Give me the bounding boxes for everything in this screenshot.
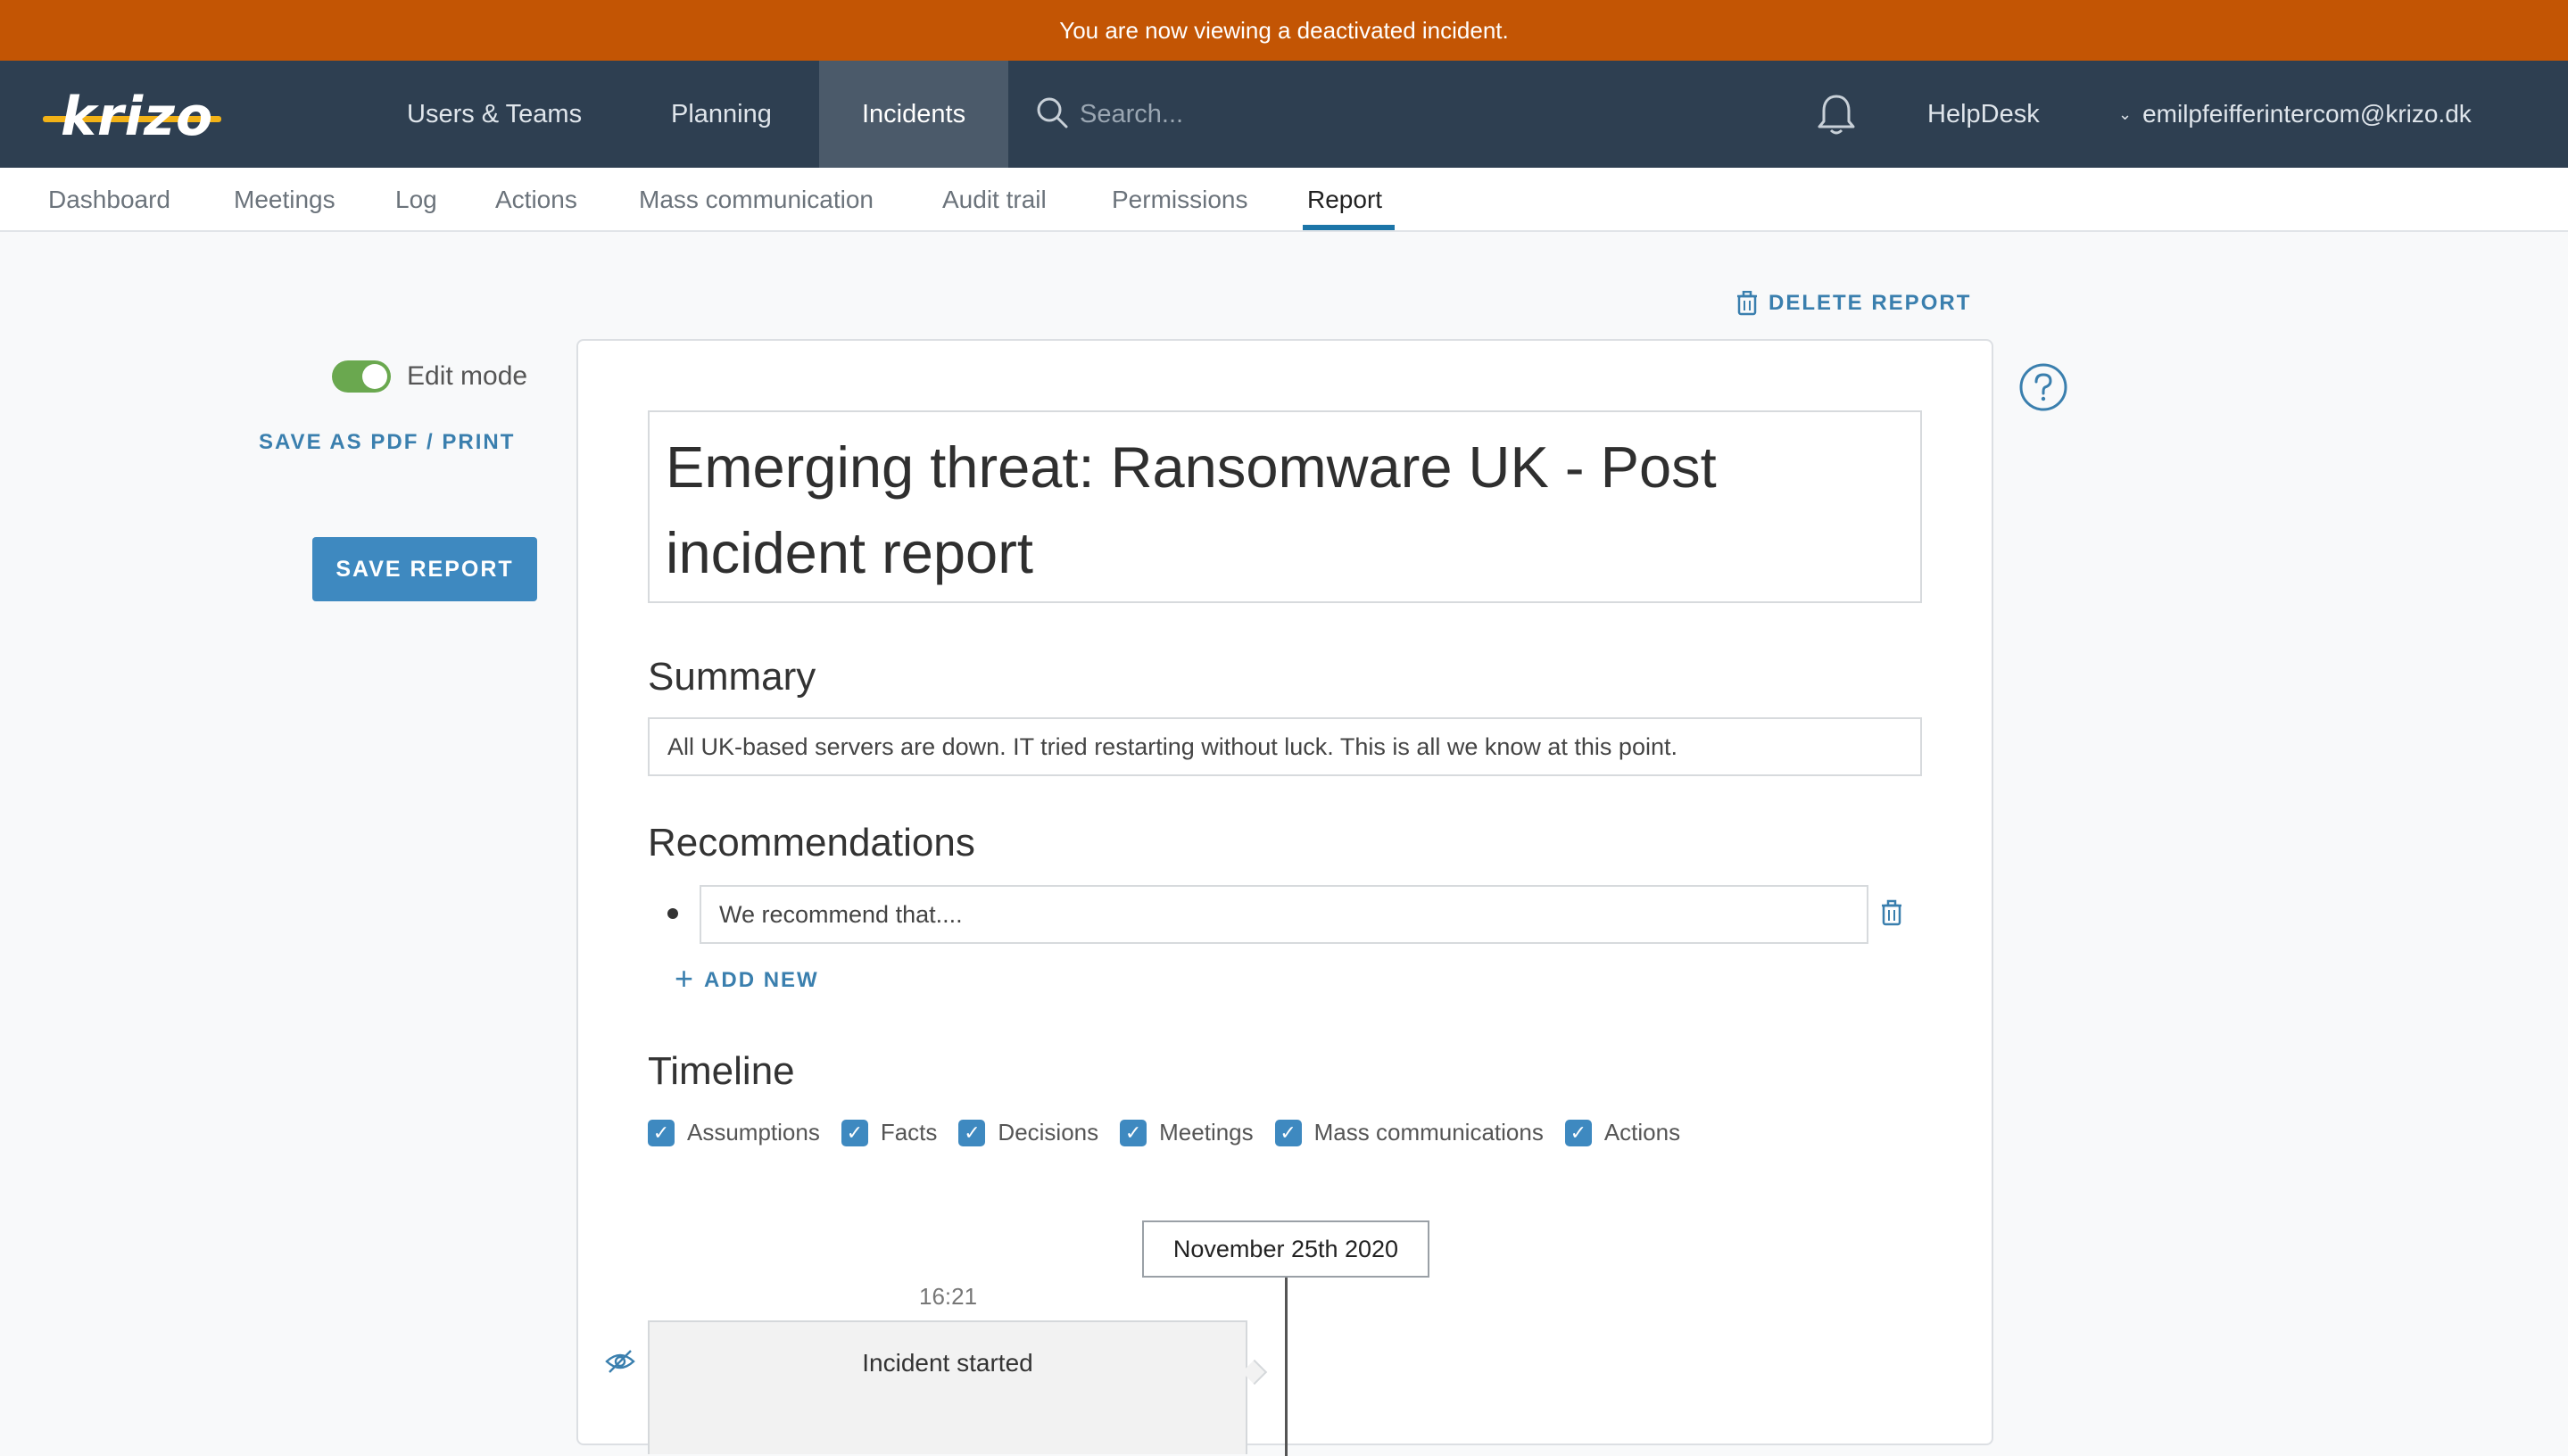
helpdesk-label: HelpDesk xyxy=(1927,99,2040,128)
incident-subnav: Dashboard Meetings Log Actions Mass comm… xyxy=(0,168,2568,232)
nav-item-users-teams[interactable]: Users & Teams xyxy=(364,61,625,168)
filter-actions[interactable]: ✓ Actions xyxy=(1564,1119,1681,1146)
checkbox-checked-icon[interactable]: ✓ xyxy=(1120,1119,1147,1146)
tab-label: Permissions xyxy=(1112,186,1248,213)
event-time: 16:21 xyxy=(919,1283,978,1310)
filter-label: Actions xyxy=(1603,1119,1681,1146)
filter-label: Mass communications xyxy=(1313,1119,1544,1146)
tab-label: Log xyxy=(395,186,437,213)
checkbox-checked-icon[interactable]: ✓ xyxy=(841,1119,868,1146)
tab-label: Actions xyxy=(495,186,577,213)
filter-decisions[interactable]: ✓ Decisions xyxy=(958,1119,1098,1146)
save-report-button[interactable]: SAVE REPORT xyxy=(312,537,537,601)
search-input[interactable] xyxy=(1080,99,1347,129)
list-bullet xyxy=(667,908,678,919)
search-box[interactable] xyxy=(1035,95,1347,134)
search-icon xyxy=(1035,95,1069,134)
tab-mass-communication[interactable]: Mass communication xyxy=(639,168,874,232)
tab-dashboard[interactable]: Dashboard xyxy=(48,168,170,232)
help-icon[interactable] xyxy=(2018,362,2068,417)
filter-assumptions[interactable]: ✓ Assumptions xyxy=(648,1119,820,1146)
checkbox-checked-icon[interactable]: ✓ xyxy=(1564,1119,1592,1146)
tab-actions[interactable]: Actions xyxy=(495,168,577,232)
nav-item-label: Incidents xyxy=(862,99,966,128)
tab-label: Audit trail xyxy=(942,186,1047,213)
checkbox-checked-icon[interactable]: ✓ xyxy=(958,1119,986,1146)
edit-mode-toggle[interactable] xyxy=(332,360,391,393)
recommendations-heading: Recommendations xyxy=(648,821,975,864)
deactivated-incident-banner: You are now viewing a deactivated incide… xyxy=(0,0,2568,61)
eye-slash-icon[interactable] xyxy=(605,1349,635,1378)
tab-label: Mass communication xyxy=(639,186,874,213)
tab-label: Dashboard xyxy=(48,186,170,213)
timeline-axis xyxy=(1285,1278,1288,1456)
timeline-event-card[interactable]: Incident started xyxy=(648,1320,1247,1454)
trash-icon xyxy=(1737,291,1757,316)
helpdesk-link[interactable]: HelpDesk xyxy=(1927,61,2040,168)
add-recommendation-button[interactable]: + ADD NEW xyxy=(675,960,819,997)
recommendation-field[interactable]: We recommend that.... xyxy=(700,885,1868,944)
checkbox-checked-icon[interactable]: ✓ xyxy=(1274,1119,1302,1146)
timeline-date-label: November 25th 2020 xyxy=(1142,1220,1429,1278)
filter-label: Meetings xyxy=(1159,1119,1254,1146)
trash-icon[interactable] xyxy=(1881,899,1902,931)
delete-report-label: DELETE REPORT xyxy=(1769,291,1972,315)
notifications-bell-icon[interactable] xyxy=(1817,93,1856,140)
edit-mode-control: Edit mode xyxy=(332,360,527,393)
krizo-logo[interactable]: krizo xyxy=(43,86,221,148)
tab-permissions[interactable]: Permissions xyxy=(1112,168,1247,232)
summary-heading: Summary xyxy=(648,655,816,699)
summary-field[interactable]: All UK-based servers are down. IT tried … xyxy=(648,717,1922,776)
checkbox-checked-icon[interactable]: ✓ xyxy=(648,1119,675,1146)
tab-label: Report xyxy=(1307,186,1383,213)
nav-item-incidents[interactable]: Incidents xyxy=(819,61,1009,168)
report-title-input[interactable]: Emerging threat: Ransomware UK - Post in… xyxy=(648,410,1922,603)
filter-label: Assumptions xyxy=(687,1119,820,1146)
timeline-filters: ✓ Assumptions ✓ Facts ✓ Decisions ✓ Meetings… xyxy=(648,1119,1702,1146)
delete-report-button[interactable]: DELETE REPORT xyxy=(1736,291,1971,316)
banner-text: You are now viewing a deactivated incide… xyxy=(1059,16,1509,44)
chevron-down-icon: ⌄ xyxy=(2118,104,2133,123)
tab-report[interactable]: Report xyxy=(1307,168,1382,232)
report-card: Emerging threat: Ransomware UK - Post in… xyxy=(576,339,1993,1456)
tab-meetings[interactable]: Meetings xyxy=(234,168,335,232)
filter-facts[interactable]: ✓ Facts xyxy=(841,1119,938,1146)
nav-item-label: Planning xyxy=(671,99,772,128)
filter-meetings[interactable]: ✓ Meetings xyxy=(1120,1119,1254,1146)
active-tab-indicator xyxy=(1303,225,1395,230)
save-as-pdf-link[interactable]: SAVE AS PDF / PRINT xyxy=(259,430,515,455)
filter-label: Facts xyxy=(880,1119,938,1146)
filter-label: Decisions xyxy=(998,1119,1099,1146)
plus-icon: + xyxy=(675,960,696,997)
tab-log[interactable]: Log xyxy=(395,168,437,232)
tab-audit-trail[interactable]: Audit trail xyxy=(942,168,1047,232)
edit-mode-label: Edit mode xyxy=(407,361,528,391)
tab-label: Meetings xyxy=(234,186,335,213)
add-new-label: ADD NEW xyxy=(704,968,819,992)
timeline-heading: Timeline xyxy=(648,1049,795,1093)
logo-text: krizo xyxy=(61,86,214,148)
top-navbar: krizo Users & Teams Planning Incidents H… xyxy=(0,61,2568,168)
nav-item-label: Users & Teams xyxy=(407,99,583,128)
filter-mass-communications[interactable]: ✓ Mass communications xyxy=(1274,1119,1544,1146)
user-menu[interactable]: ⌄ emilpfeifferintercom@krizo.dk xyxy=(2118,61,2472,168)
nav-item-planning[interactable]: Planning xyxy=(628,61,815,168)
event-title: Incident started xyxy=(862,1349,1033,1377)
user-email: emilpfeifferintercom@krizo.dk xyxy=(2142,100,2472,128)
